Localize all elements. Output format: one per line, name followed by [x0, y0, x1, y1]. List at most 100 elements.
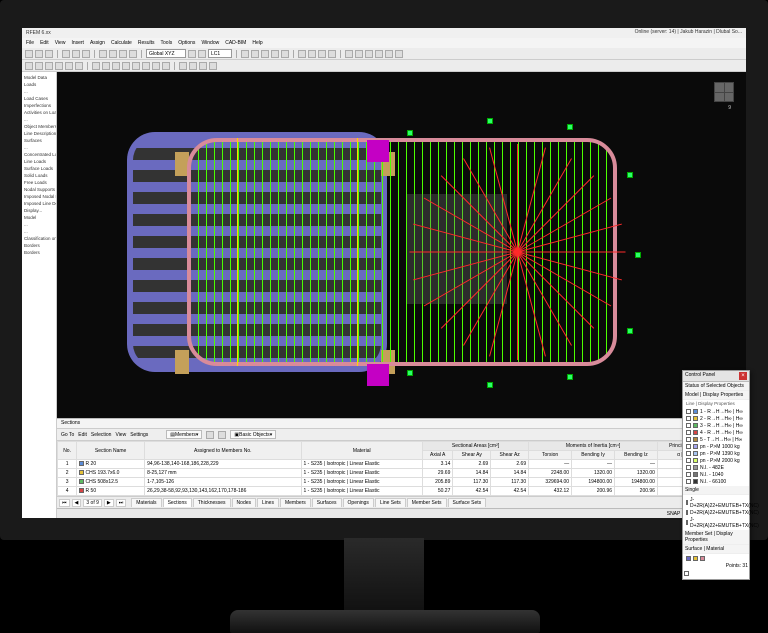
col-name[interactable]: Section Name: [77, 442, 145, 460]
tool-icon[interactable]: [241, 50, 249, 58]
tab-surface-sets[interactable]: Surface Sets: [448, 498, 487, 507]
tree-item[interactable]: ...: [24, 228, 54, 235]
tab-sections[interactable]: Sections: [163, 498, 192, 507]
control-panel[interactable]: Control Panel × Status of Selected Objec…: [682, 370, 750, 580]
tab-openings[interactable]: Openings: [343, 498, 374, 507]
tool-icon[interactable]: [318, 50, 326, 58]
checkbox[interactable]: [686, 500, 688, 505]
tab-lines[interactable]: Lines: [257, 498, 279, 507]
col-ay[interactable]: Shear Ay: [453, 451, 491, 460]
table-row[interactable]: 3 CHS 508x12.51-7,105-1261 - S235 | Isot…: [58, 478, 746, 487]
tree-item[interactable]: Borders: [24, 242, 54, 249]
checkbox[interactable]: [686, 465, 691, 470]
tool-icon[interactable]: [45, 62, 53, 70]
checkbox[interactable]: [686, 520, 688, 525]
tree-item[interactable]: Line Loads: [24, 158, 54, 165]
tree-item[interactable]: Solid Loads: [24, 172, 54, 179]
menu-file[interactable]: File: [26, 40, 34, 46]
tool-icon[interactable]: [385, 50, 393, 58]
tree-item[interactable]: Borders: [24, 249, 54, 256]
legend-row[interactable]: pn - P>M 1390 kg: [684, 450, 748, 457]
tab-member-sets[interactable]: Member Sets: [407, 498, 447, 507]
legend-row[interactable]: pn - P>M 2000 kg: [684, 457, 748, 464]
cp-sect-model[interactable]: Model | Display Properties: [683, 391, 749, 400]
legend-row[interactable]: 4 - R→H→H∞ | H∞: [684, 429, 748, 436]
tool-icon[interactable]: [188, 50, 196, 58]
tool-icon[interactable]: [375, 50, 383, 58]
table-row[interactable]: 2 CHS 193.7x6.08-25,127 mm1 - S235 | Iso…: [58, 469, 746, 478]
single-row[interactable]: D+2R(A)22+EMUTEB+TX(NC): [684, 509, 748, 516]
menu-window[interactable]: Window: [201, 40, 219, 46]
tool-icon[interactable]: [162, 62, 170, 70]
checkbox[interactable]: [686, 416, 691, 421]
tool-icon[interactable]: [65, 62, 73, 70]
tool-print-icon[interactable]: [62, 50, 70, 58]
navigator-tree[interactable]: Model Data Loads ... Load Cases Imperfec…: [22, 72, 57, 518]
tool-icon[interactable]: [199, 62, 207, 70]
tool-new-icon[interactable]: [25, 50, 33, 58]
tree-item[interactable]: Free Loads: [24, 179, 54, 186]
tool-icon[interactable]: [198, 50, 206, 58]
tool-icon[interactable]: [189, 62, 197, 70]
tree-item[interactable]: Concentrated Loads: [24, 151, 54, 158]
table-row[interactable]: 1 R 2094,96-138,140-168,186,228,2291 - S…: [58, 460, 746, 469]
status-snap[interactable]: SNAP: [667, 511, 681, 517]
close-icon[interactable]: ×: [739, 372, 747, 380]
tab-line-sets[interactable]: Line Sets: [375, 498, 406, 507]
tree-item[interactable]: Classification on Co...: [24, 235, 54, 242]
checkbox[interactable]: [684, 571, 689, 576]
tool-icon[interactable]: [152, 62, 160, 70]
tool-icon[interactable]: [119, 50, 127, 58]
checkbox[interactable]: [686, 430, 691, 435]
checkbox[interactable]: [686, 479, 691, 484]
col-material[interactable]: Material: [301, 442, 422, 460]
legend-row[interactable]: 2 - R→H→H∞ | H∞: [684, 415, 748, 422]
tree-item[interactable]: Surfaces: [24, 137, 54, 144]
tool-open-icon[interactable]: [35, 50, 43, 58]
tool-icon[interactable]: [129, 50, 137, 58]
col-iz[interactable]: Bending Iz: [615, 451, 658, 460]
tree-item[interactable]: ...: [24, 116, 54, 123]
tool-icon[interactable]: [328, 50, 336, 58]
tool-icon[interactable]: [308, 50, 316, 58]
tool-icon[interactable]: [102, 62, 110, 70]
col-torsion[interactable]: Torsion: [529, 451, 572, 460]
legend-row[interactable]: N.I. - 1040: [684, 471, 748, 478]
checkbox[interactable]: [686, 458, 691, 463]
cp-sect-single[interactable]: Single: [683, 486, 749, 495]
col-axial[interactable]: Axial A: [422, 451, 452, 460]
menu-tools[interactable]: Tools: [161, 40, 173, 46]
tool-icon[interactable]: [109, 50, 117, 58]
tree-item[interactable]: Activities on Load...: [24, 109, 54, 116]
legend-row[interactable]: 5 - T→H→H∞ | H∞: [684, 436, 748, 443]
legend-row[interactable]: N.I. - 66100: [684, 478, 748, 485]
menu-edit[interactable]: Edit: [40, 40, 49, 46]
menu-assign[interactable]: Assign: [90, 40, 105, 46]
pager-first-icon[interactable]: ⏮: [59, 499, 70, 507]
tool-icon[interactable]: [92, 62, 100, 70]
tool-icon[interactable]: [365, 50, 373, 58]
tree-item[interactable]: ...: [24, 221, 54, 228]
tool-icon[interactable]: [112, 62, 120, 70]
tool-icon[interactable]: [251, 50, 259, 58]
tool-icon[interactable]: [281, 50, 289, 58]
menu-help[interactable]: Help: [252, 40, 262, 46]
tree-item[interactable]: Nodal Supports: [24, 186, 54, 193]
tool-icon[interactable]: [209, 62, 217, 70]
menu-insert[interactable]: Insert: [71, 40, 84, 46]
tool-icon[interactable]: [218, 431, 226, 439]
3d-viewport[interactable]: 9: [57, 72, 746, 418]
coord-system-dropdown[interactable]: Global XYZ: [146, 49, 186, 58]
tree-item[interactable]: Load Cases: [24, 95, 54, 102]
sections-table[interactable]: No. Section Name Assigned to Members No.…: [57, 440, 746, 496]
tool-icon[interactable]: [55, 62, 63, 70]
tree-item[interactable]: Imposed Line Deformations: [24, 200, 54, 207]
menu-view[interactable]: View: [55, 40, 66, 46]
tool-icon[interactable]: [142, 62, 150, 70]
tool-icon[interactable]: [179, 62, 187, 70]
checkbox[interactable]: [686, 510, 688, 515]
tool-icon[interactable]: [206, 431, 214, 439]
tool-save-icon[interactable]: [45, 50, 53, 58]
menu-results[interactable]: Results: [138, 40, 155, 46]
checkbox[interactable]: [686, 451, 691, 456]
